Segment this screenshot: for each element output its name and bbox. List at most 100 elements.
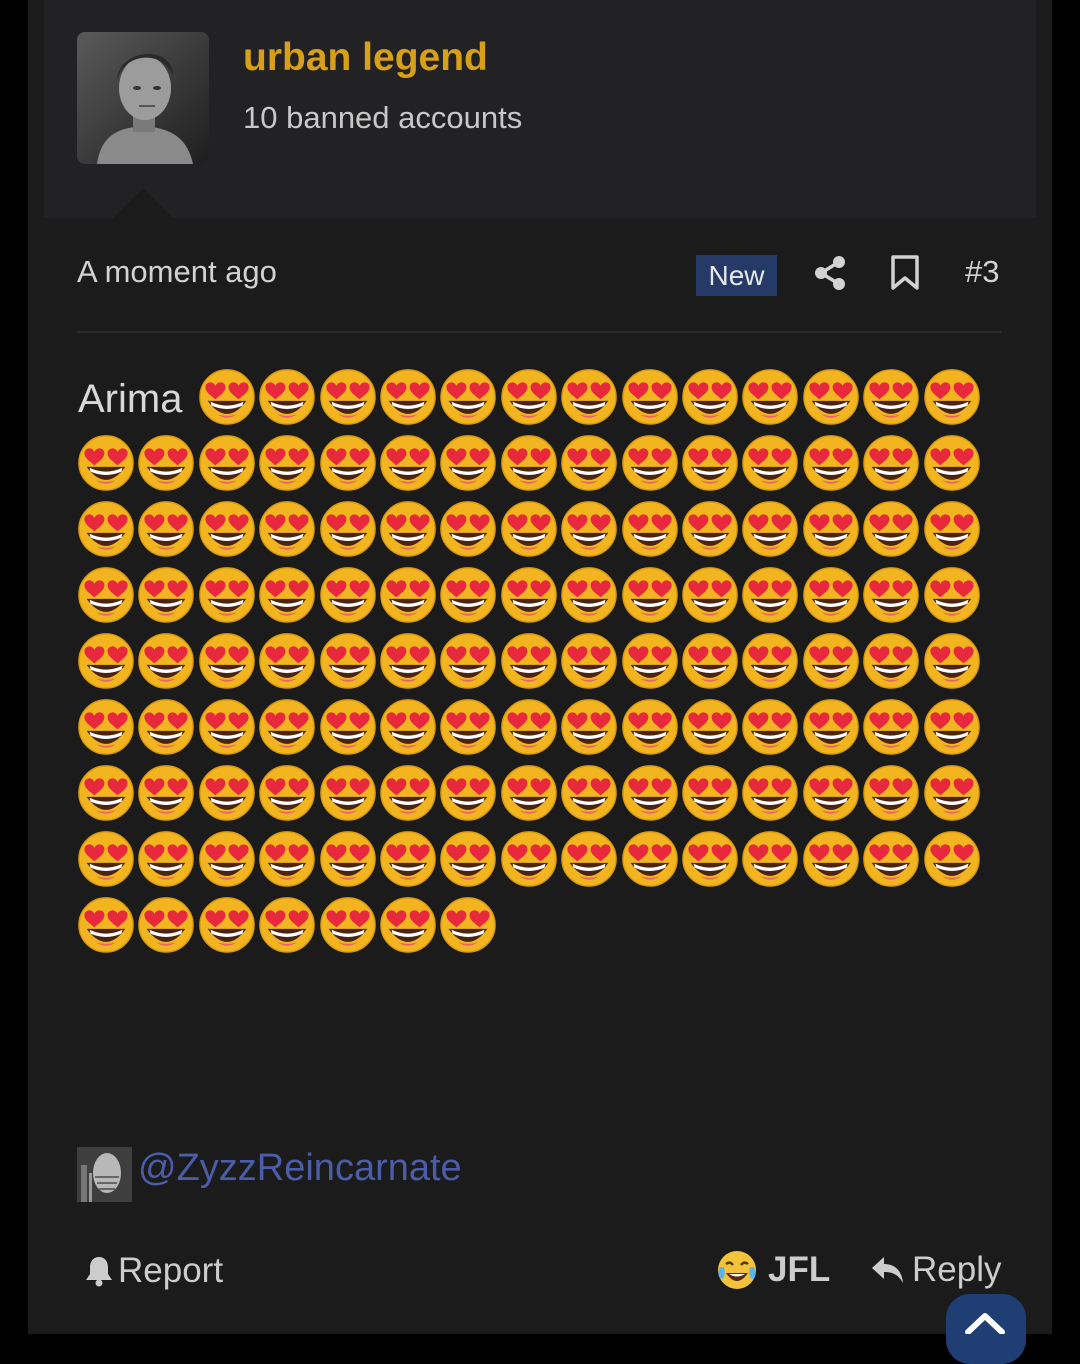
smiling-face-with-heart-eyes-icon xyxy=(621,633,678,689)
smiling-face-with-heart-eyes-icon xyxy=(259,435,315,491)
smiling-face-with-heart-eyes-icon xyxy=(621,501,678,557)
chevron-up-icon xyxy=(965,1313,1005,1335)
smiling-face-with-heart-eyes-icon xyxy=(440,501,497,557)
smiling-face-with-heart-eyes-icon xyxy=(742,831,799,887)
smiling-face-with-heart-eyes-icon xyxy=(380,633,436,689)
smiling-face-with-heart-eyes-icon xyxy=(863,501,919,557)
mention-link[interactable]: @ZyzzReincarnate xyxy=(138,1147,462,1190)
smiling-face-with-heart-eyes-icon xyxy=(380,765,436,821)
smiling-face-with-heart-eyes-icon xyxy=(501,369,557,425)
smiling-face-with-heart-eyes-icon xyxy=(742,699,799,755)
smiling-face-with-heart-eyes-icon xyxy=(561,435,617,491)
smiling-face-with-heart-eyes-icon xyxy=(682,567,738,623)
smiling-face-with-heart-eyes-icon xyxy=(621,699,678,755)
smiling-face-with-heart-eyes-icon xyxy=(319,435,376,491)
smiling-face-with-heart-eyes-icon xyxy=(803,501,859,557)
smiling-face-with-heart-eyes-icon xyxy=(138,501,195,557)
smiling-face-with-heart-eyes-icon xyxy=(501,831,557,887)
smiling-face-with-heart-eyes-icon xyxy=(742,369,799,425)
smiling-face-with-heart-eyes-icon xyxy=(561,567,617,623)
smiling-face-with-heart-eyes-icon xyxy=(78,633,134,689)
smiling-face-with-heart-eyes-icon xyxy=(199,369,255,425)
smiling-face-with-heart-eyes-icon xyxy=(501,699,557,755)
smiling-face-with-heart-eyes-icon xyxy=(561,831,617,887)
smiling-face-with-heart-eyes-icon xyxy=(682,699,738,755)
smiling-face-with-heart-eyes-icon xyxy=(561,633,617,689)
jfl-label: JFL xyxy=(768,1250,831,1289)
smiling-face-with-heart-eyes-icon xyxy=(923,633,980,689)
smiling-face-with-heart-eyes-icon xyxy=(78,897,134,953)
smiling-face-with-heart-eyes-icon xyxy=(682,633,738,689)
smiling-face-with-heart-eyes-icon xyxy=(440,633,497,689)
smiling-face-with-heart-eyes-icon xyxy=(501,501,557,557)
report-button[interactable]: Report xyxy=(84,1249,223,1293)
smiling-face-with-heart-eyes-icon xyxy=(199,765,255,821)
smiling-face-with-heart-eyes-icon xyxy=(380,567,436,623)
smiling-face-with-heart-eyes-icon xyxy=(440,765,497,821)
smiling-face-with-heart-eyes-icon xyxy=(138,633,195,689)
smiling-face-with-heart-eyes-icon xyxy=(742,567,799,623)
smiling-face-with-heart-eyes-icon xyxy=(803,831,859,887)
smiling-face-with-heart-eyes-icon xyxy=(742,765,799,821)
scroll-to-top-button[interactable] xyxy=(946,1294,1026,1364)
smiling-face-with-heart-eyes-icon xyxy=(561,699,617,755)
smiling-face-with-heart-eyes-icon xyxy=(199,567,255,623)
smiling-face-with-heart-eyes-icon xyxy=(682,435,738,491)
smiling-face-with-heart-eyes-icon xyxy=(259,501,315,557)
smiling-face-with-heart-eyes-icon xyxy=(199,633,255,689)
smiling-face-with-heart-eyes-icon xyxy=(78,765,134,821)
smiling-face-with-heart-eyes-icon xyxy=(501,567,557,623)
smiling-face-with-heart-eyes-icon xyxy=(138,897,195,953)
mention-avatar-image xyxy=(77,1147,132,1202)
smiling-face-with-heart-eyes-icon xyxy=(682,765,738,821)
smiling-face-with-heart-eyes-icon xyxy=(199,501,255,557)
smiling-face-with-heart-eyes-icon xyxy=(803,435,859,491)
smiling-face-with-heart-eyes-icon xyxy=(319,633,376,689)
smiling-face-with-heart-eyes-icon xyxy=(803,765,859,821)
smiling-face-with-heart-eyes-icon xyxy=(259,699,315,755)
smiling-face-with-heart-eyes-icon xyxy=(621,567,678,623)
smiling-face-with-heart-eyes-icon xyxy=(319,501,376,557)
smiling-face-with-heart-eyes-icon xyxy=(863,369,919,425)
smiling-face-with-heart-eyes-icon xyxy=(380,369,436,425)
smiling-face-with-heart-eyes-icon xyxy=(742,501,799,557)
smiling-face-with-heart-eyes-icon xyxy=(863,435,919,491)
smiling-face-with-heart-eyes-icon xyxy=(742,435,799,491)
smiling-face-with-heart-eyes-icon xyxy=(440,897,497,953)
smiling-face-with-heart-eyes-icon xyxy=(440,369,497,425)
smiling-face-with-heart-eyes-icon xyxy=(440,435,497,491)
jfl-reaction-button[interactable]: JFL xyxy=(716,1247,830,1293)
smiling-face-with-heart-eyes-icon xyxy=(803,699,859,755)
smiling-face-with-heart-eyes-icon xyxy=(138,831,195,887)
smiling-face-with-heart-eyes-icon xyxy=(803,633,859,689)
smiling-face-with-heart-eyes-icon xyxy=(682,831,738,887)
smiling-face-with-heart-eyes-icon xyxy=(501,765,557,821)
smiling-face-with-heart-eyes-icon xyxy=(863,765,919,821)
smiling-face-with-heart-eyes-icon xyxy=(621,435,678,491)
smiling-face-with-heart-eyes-icon xyxy=(923,567,980,623)
smiling-face-with-heart-eyes-icon xyxy=(319,567,376,623)
smiling-face-with-heart-eyes-icon xyxy=(742,633,799,689)
smiling-face-with-heart-eyes-icon xyxy=(682,369,738,425)
smiling-face-with-heart-eyes-icon xyxy=(380,897,436,953)
smiling-face-with-heart-eyes-icon xyxy=(138,699,195,755)
smiling-face-with-heart-eyes-icon xyxy=(863,633,919,689)
smiling-face-with-heart-eyes-icon xyxy=(923,765,980,821)
smiling-face-with-heart-eyes-icon xyxy=(682,501,738,557)
smiling-face-with-heart-eyes-icon xyxy=(78,567,134,623)
smiling-face-with-heart-eyes-icon xyxy=(863,831,919,887)
reply-label: Reply xyxy=(912,1250,1002,1289)
smiling-face-with-heart-eyes-icon xyxy=(923,501,980,557)
smiling-face-with-heart-eyes-icon xyxy=(319,369,376,425)
smiling-face-with-heart-eyes-icon xyxy=(621,369,678,425)
smiling-face-with-heart-eyes-icon xyxy=(199,699,255,755)
smiling-face-with-heart-eyes-icon xyxy=(501,633,557,689)
smiling-face-with-heart-eyes-icon xyxy=(561,369,617,425)
tears-of-joy-icon xyxy=(718,1251,756,1289)
reply-button[interactable]: Reply xyxy=(870,1248,1001,1292)
smiling-face-with-heart-eyes-icon xyxy=(78,435,134,491)
smiling-face-with-heart-eyes-icon xyxy=(199,435,255,491)
mention-avatar[interactable] xyxy=(77,1147,132,1202)
smiling-face-with-heart-eyes-icon xyxy=(380,435,436,491)
smiling-face-with-heart-eyes-icon xyxy=(923,369,980,425)
